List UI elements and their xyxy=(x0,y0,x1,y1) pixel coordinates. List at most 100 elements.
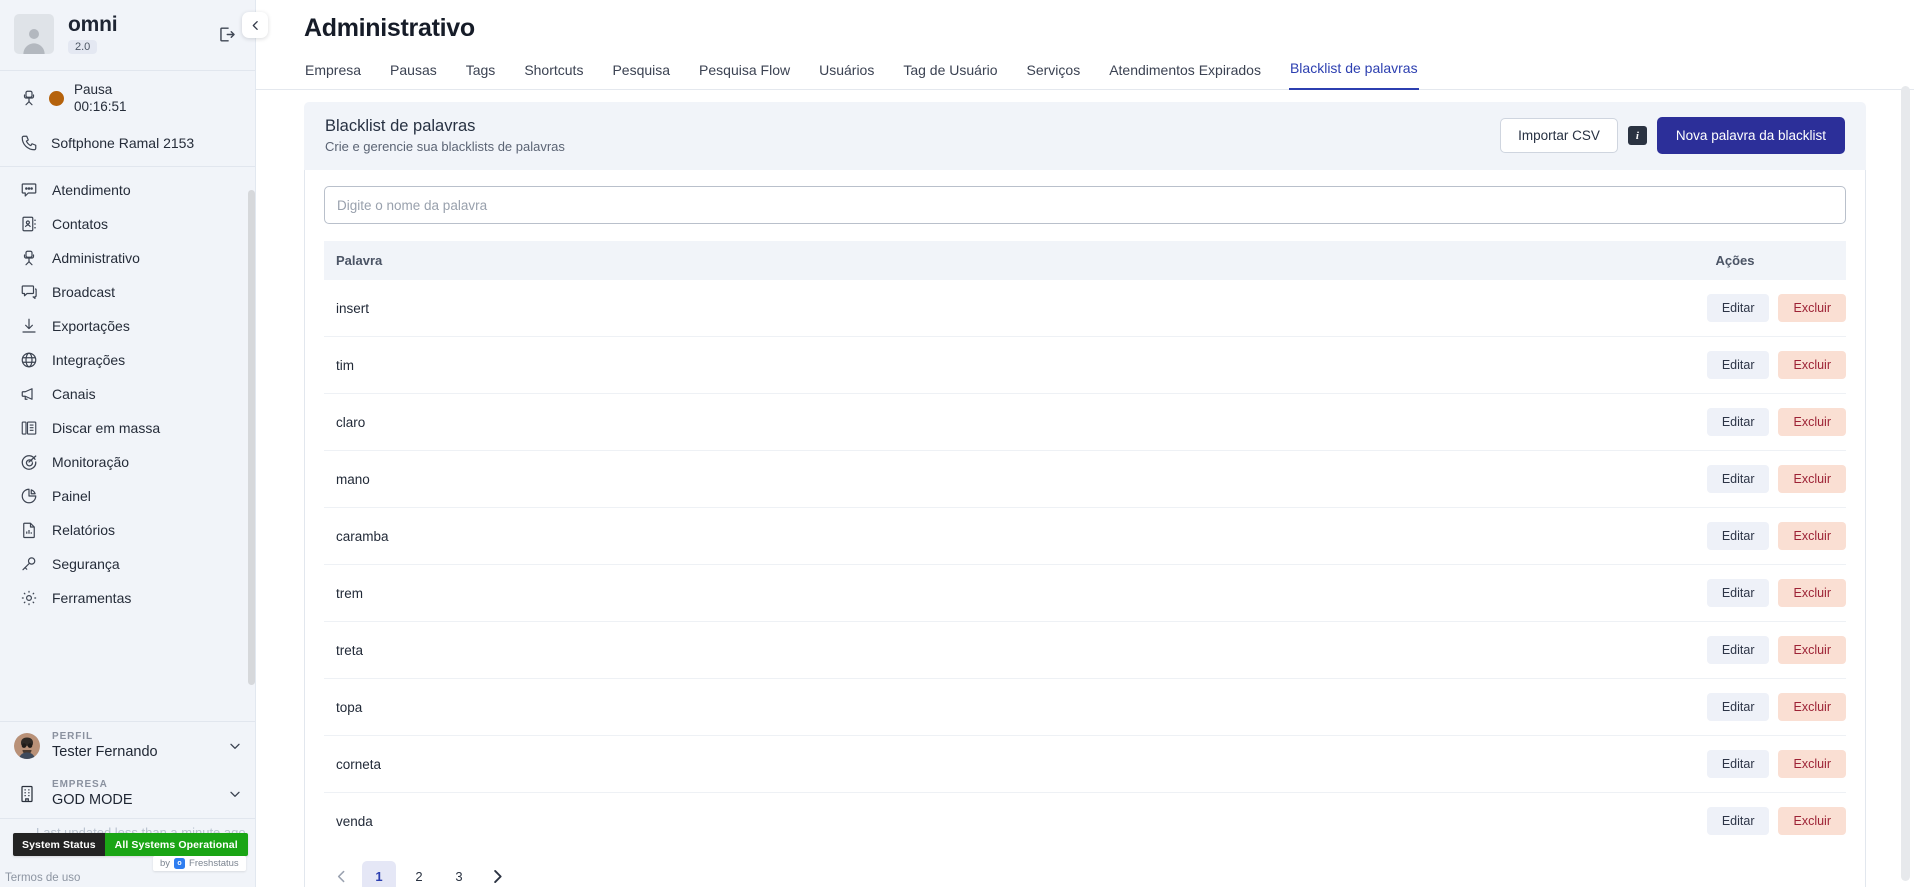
edit-button[interactable]: Editar xyxy=(1706,294,1770,322)
delete-button[interactable]: Excluir xyxy=(1778,807,1846,835)
sidebar-item-relatorios[interactable]: Relatórios xyxy=(0,513,255,547)
tab-tag-de-usuario[interactable]: Tag de Usuário xyxy=(902,62,998,90)
tab-blacklist-de-palavras[interactable]: Blacklist de palavras xyxy=(1288,60,1419,90)
sidebar-item-broadcast[interactable]: Broadcast xyxy=(0,275,255,309)
delete-button[interactable]: Excluir xyxy=(1778,750,1846,778)
pagination-next-button[interactable] xyxy=(482,861,512,887)
tab-pesquisa[interactable]: Pesquisa xyxy=(611,62,671,90)
pagination-prev-button[interactable] xyxy=(326,861,356,887)
sidebar-item-canais[interactable]: Canais xyxy=(0,377,255,411)
tab-tags[interactable]: Tags xyxy=(465,62,497,90)
edit-button[interactable]: Editar xyxy=(1706,693,1770,721)
sidebar-item-discar-em-massa[interactable]: Discar em massa xyxy=(0,411,255,445)
delete-button[interactable]: Excluir xyxy=(1778,465,1846,493)
sidebar-item-atendimento[interactable]: Atendimento xyxy=(0,173,255,207)
system-status-badge[interactable]: System Status All Systems Operational xyxy=(13,833,248,856)
gear-icon xyxy=(18,589,39,607)
agent-status-row[interactable]: Pausa 00:16:51 xyxy=(0,71,255,125)
delete-button[interactable]: Excluir xyxy=(1778,693,1846,721)
tab-bar: Empresa Pausas Tags Shortcuts Pesquisa P… xyxy=(256,43,1914,90)
dialer-icon xyxy=(18,419,39,437)
tab-atendimentos-expirados[interactable]: Atendimentos Expirados xyxy=(1108,62,1262,90)
sidebar-item-monitoracao[interactable]: Monitoração xyxy=(0,445,255,479)
sidebar-item-exportacoes[interactable]: Exportações xyxy=(0,309,255,343)
delete-button[interactable]: Excluir xyxy=(1778,408,1846,436)
edit-button[interactable]: Editar xyxy=(1706,465,1770,493)
import-csv-button[interactable]: Importar CSV xyxy=(1500,118,1618,153)
sidebar-collapse-button[interactable] xyxy=(242,12,268,38)
edit-button[interactable]: Editar xyxy=(1706,636,1770,664)
card-subtitle: Crie e gerencie sua blacklists de palavr… xyxy=(325,139,565,154)
tab-pausas[interactable]: Pausas xyxy=(389,62,438,90)
edit-button[interactable]: Editar xyxy=(1706,750,1770,778)
sidebar-item-label: Segurança xyxy=(52,555,120,572)
sidebar-item-contatos[interactable]: Contatos xyxy=(0,207,255,241)
edit-button[interactable]: Editar xyxy=(1706,408,1770,436)
delete-button[interactable]: Excluir xyxy=(1778,351,1846,379)
pagination-page-3[interactable]: 3 xyxy=(442,861,476,887)
pagination-page-2[interactable]: 2 xyxy=(402,861,436,887)
brand-version-badge: 2.0 xyxy=(68,39,98,54)
admin-chair-icon xyxy=(18,249,39,267)
table-row: insert Editar Excluir xyxy=(324,280,1846,337)
main-scrollbar[interactable] xyxy=(1901,86,1910,881)
profile-selector[interactable]: PERFIL Tester Fernando xyxy=(0,722,255,770)
pagination: 1 2 3 xyxy=(324,849,1846,887)
new-blacklist-word-button[interactable]: Nova palavra da blacklist xyxy=(1656,117,1845,154)
delete-button[interactable]: Excluir xyxy=(1778,294,1846,322)
tab-servicos[interactable]: Serviços xyxy=(1026,62,1082,90)
tab-shortcuts[interactable]: Shortcuts xyxy=(523,62,584,90)
sidebar-bottom: PERFIL Tester Fernando EMPRESA GOD MODE … xyxy=(0,720,255,887)
logout-icon[interactable] xyxy=(213,21,239,47)
tab-usuarios[interactable]: Usuários xyxy=(818,62,875,90)
search-input[interactable] xyxy=(324,186,1846,224)
cell-palavra: mano xyxy=(324,450,1626,508)
tab-pesquisa-flow[interactable]: Pesquisa Flow xyxy=(698,62,791,90)
delete-button[interactable]: Excluir xyxy=(1778,636,1846,664)
pie-chart-icon xyxy=(18,487,39,505)
company-selector[interactable]: EMPRESA GOD MODE xyxy=(0,770,255,818)
freshstatus-attribution[interactable]: by o Freshstatus xyxy=(153,856,246,871)
edit-button[interactable]: Editar xyxy=(1706,579,1770,607)
table-head: Palavra Ações xyxy=(324,241,1846,280)
sidebar-item-seguranca[interactable]: Segurança xyxy=(0,547,255,581)
cell-actions: Editar Excluir xyxy=(1626,564,1846,622)
softphone-label: Softphone Ramal 2153 xyxy=(51,134,195,151)
sidebar-scrollbar[interactable] xyxy=(248,190,255,685)
terms-link[interactable]: Termos de uso xyxy=(5,872,80,884)
chat-icon xyxy=(18,181,39,199)
delete-button[interactable]: Excluir xyxy=(1778,579,1846,607)
sidebar-item-label: Monitoração xyxy=(52,453,130,470)
pagination-page-1[interactable]: 1 xyxy=(362,861,396,887)
table-row: venda Editar Excluir xyxy=(324,793,1846,850)
chevron-down-icon[interactable] xyxy=(227,786,243,802)
cell-actions: Editar Excluir xyxy=(1626,280,1846,337)
sidebar-item-administrativo[interactable]: Administrativo xyxy=(0,241,255,275)
tab-empresa[interactable]: Empresa xyxy=(304,62,362,90)
edit-button[interactable]: Editar xyxy=(1706,807,1770,835)
table-row: tim Editar Excluir xyxy=(324,336,1846,394)
cell-palavra: venda xyxy=(336,813,373,829)
page-title: Administrativo xyxy=(304,14,475,42)
blacklist-table: Palavra Ações insert Editar Excluir tim … xyxy=(324,241,1846,849)
edit-button[interactable]: Editar xyxy=(1706,351,1770,379)
target-icon xyxy=(18,453,39,471)
megaphone-icon xyxy=(18,385,39,403)
table-row: mano Editar Excluir xyxy=(324,450,1846,508)
report-file-icon xyxy=(18,521,39,539)
freshstatus-brand: Freshstatus xyxy=(189,858,239,869)
softphone-row[interactable]: Softphone Ramal 2153 xyxy=(0,125,255,164)
cell-actions: Editar Excluir xyxy=(1626,793,1846,850)
cell-palavra: insert xyxy=(324,280,1626,337)
sidebar-item-ferramentas[interactable]: Ferramentas xyxy=(0,581,255,615)
chevron-down-icon[interactable] xyxy=(227,738,243,754)
info-icon[interactable]: i xyxy=(1627,126,1647,145)
system-status-footer: Last updated less than a minute ago Syst… xyxy=(0,819,255,887)
sidebar-item-integracoes[interactable]: Integrações xyxy=(0,343,255,377)
status-dot xyxy=(49,90,64,106)
card-body: Palavra Ações insert Editar Excluir xyxy=(304,170,1866,887)
edit-button[interactable]: Editar xyxy=(1706,522,1770,550)
brand-text: omni 2.0 xyxy=(68,14,118,54)
delete-button[interactable]: Excluir xyxy=(1778,522,1846,550)
sidebar-item-painel[interactable]: Painel xyxy=(0,479,255,513)
